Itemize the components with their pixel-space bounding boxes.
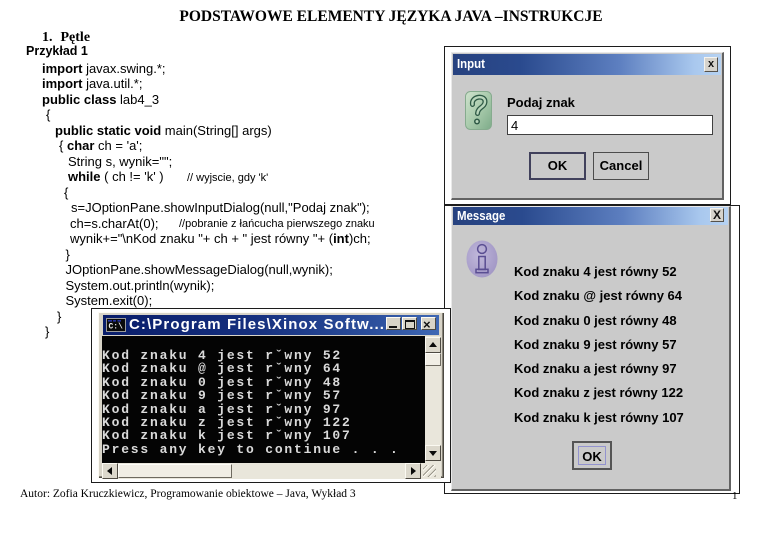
svg-text:C:\: C:\ [109, 323, 124, 332]
